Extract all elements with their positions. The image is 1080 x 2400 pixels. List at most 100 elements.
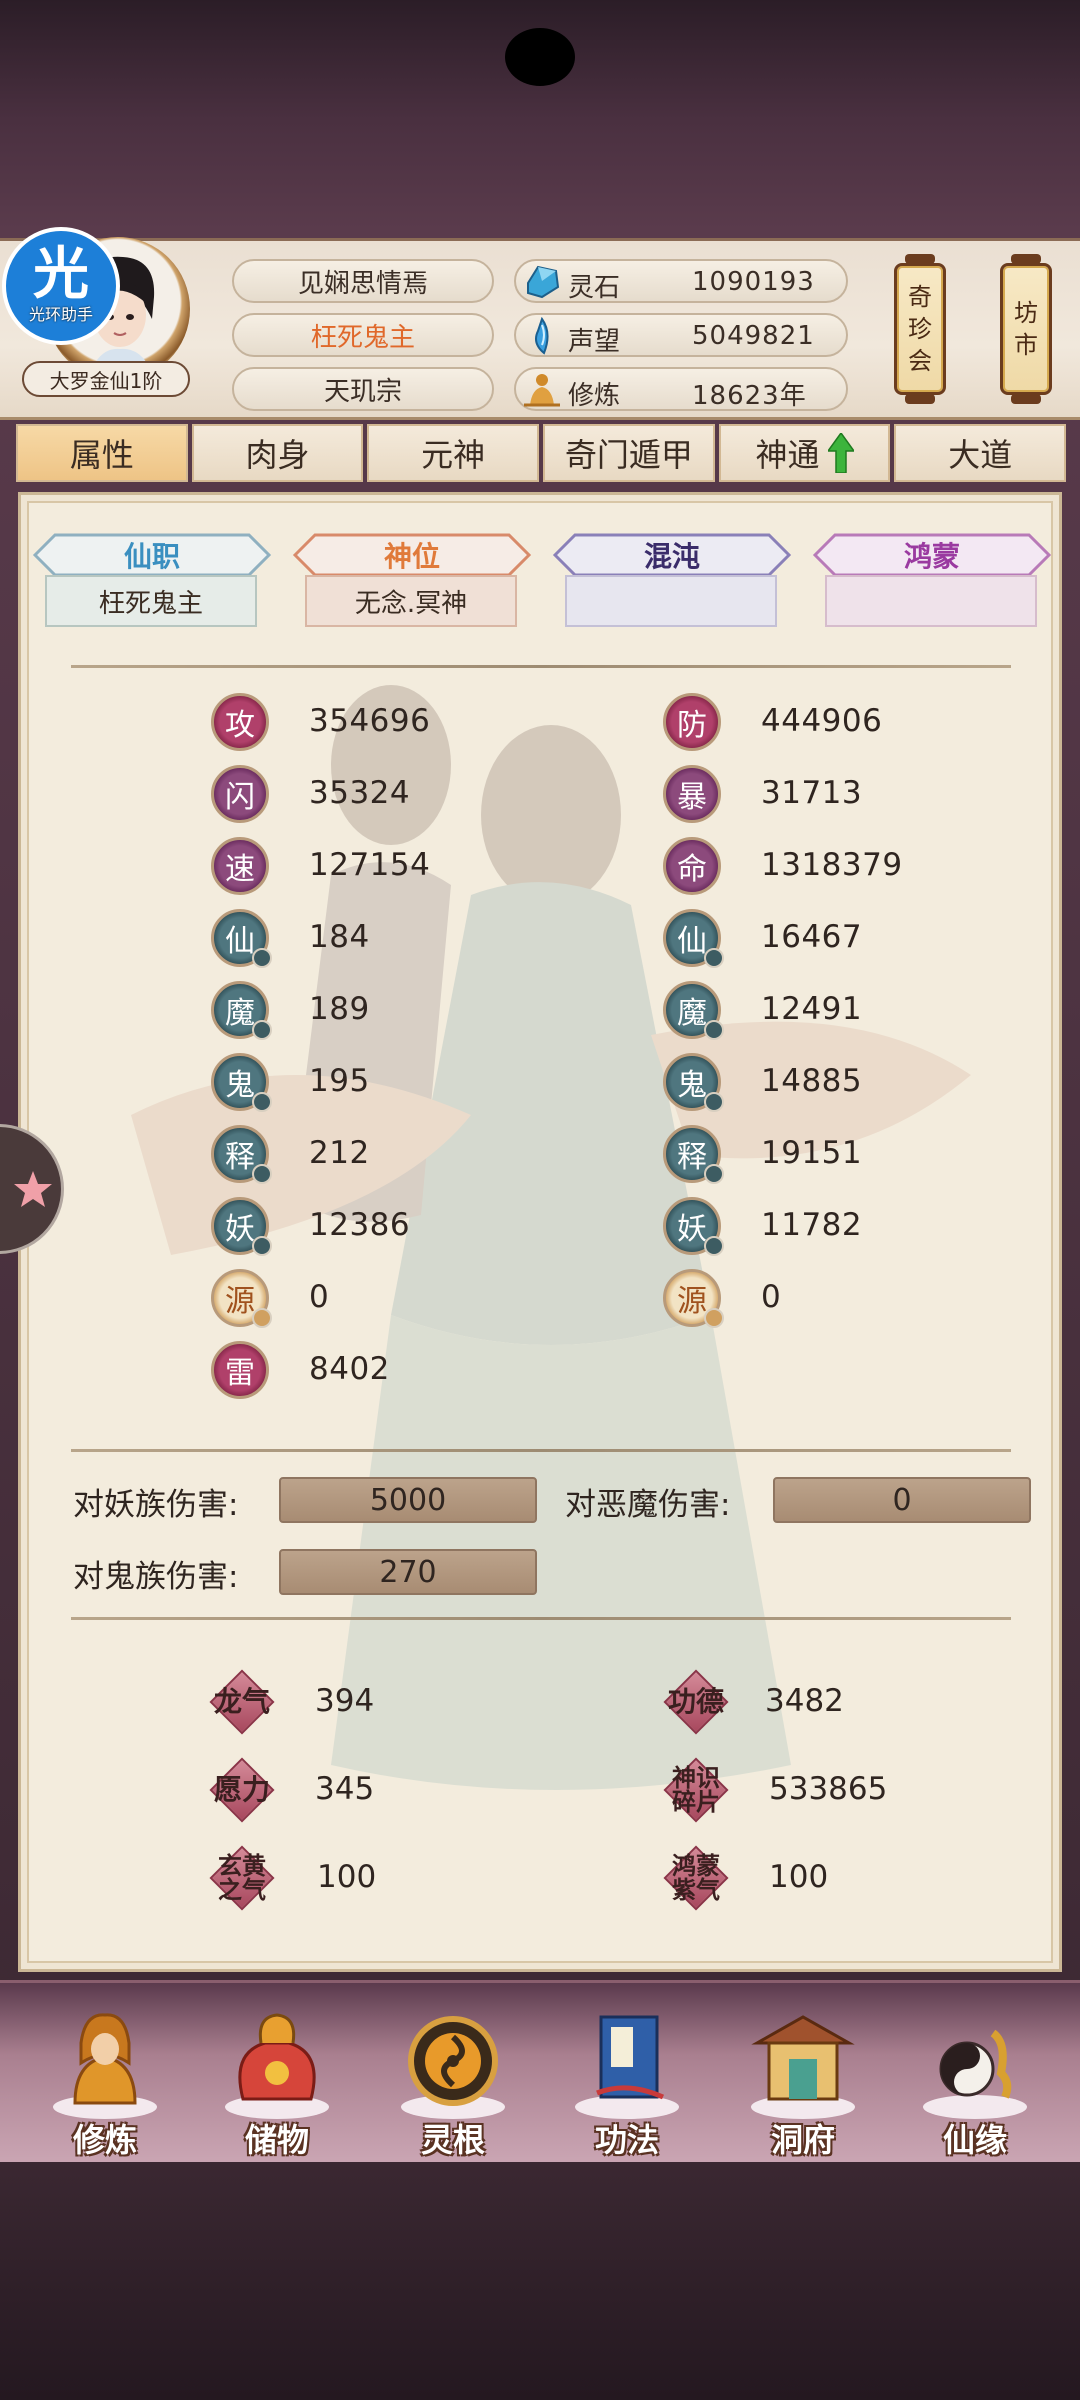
player-name: 见娴思情焉 — [232, 259, 494, 303]
stat-glyph: 释 — [225, 1140, 255, 1175]
stat-glyph-icon[interactable]: 鬼 — [663, 1053, 724, 1112]
player-avatar[interactable]: 光 光环助手 大罗金仙1阶 — [0, 227, 200, 429]
nav-techniques[interactable]: 功法 — [552, 2003, 702, 2163]
stat-glyph-icon[interactable]: 释 — [663, 1125, 724, 1184]
stat-glyph-icon[interactable]: 释 — [211, 1125, 272, 1184]
stat-value: 8402 — [309, 1351, 390, 1387]
stat-glyph-icon[interactable]: 暴 — [663, 765, 721, 823]
stat-glyph-icon[interactable]: 源 — [663, 1269, 724, 1328]
stat-glyph-icon[interactable]: 闪 — [211, 765, 269, 823]
stat-glyph-icon[interactable]: 攻 — [211, 693, 269, 751]
stat-glyph-icon[interactable]: 魔 — [663, 981, 724, 1040]
stat-glyph: 鬼 — [677, 1068, 707, 1103]
market-button[interactable]: 坊 市 — [1000, 254, 1052, 404]
nav-cave-dwelling[interactable]: 洞府 — [728, 2003, 878, 2163]
info-dot-icon — [704, 1308, 724, 1328]
helper-app-badge[interactable]: 光 光环助手 — [2, 227, 120, 345]
rank-tab-divine-seat[interactable]: 神位 — [285, 533, 539, 577]
resource-label: 灵石 — [568, 273, 621, 303]
tab-attributes[interactable]: 属性 — [16, 424, 188, 482]
tab-soul[interactable]: 元神 — [367, 424, 540, 482]
rank-tab-hongmeng[interactable]: 鸿蒙 — [805, 533, 1059, 577]
tab-great-dao[interactable]: 大道 — [894, 424, 1067, 482]
stat-glyph: 源 — [225, 1284, 255, 1319]
stat-glyph-icon[interactable]: 鬼 — [211, 1053, 272, 1112]
stat-glyph: 闪 — [225, 780, 255, 815]
stat-glyph-icon[interactable]: 仙 — [663, 909, 724, 968]
stat-value: 444906 — [761, 703, 883, 739]
stat-glyph: 释 — [677, 1140, 707, 1175]
nav-label: 修炼 — [72, 2121, 137, 2159]
special-label: 神识碎片 — [672, 1764, 720, 1816]
cultivate-monk-icon — [53, 2013, 157, 2119]
stat-value: 35324 — [309, 775, 411, 811]
stat-glyph-icon[interactable]: 速 — [211, 837, 269, 895]
stat-value: 19151 — [761, 1135, 863, 1171]
nav-immortal-fate[interactable]: 仙缘 — [900, 2003, 1050, 2163]
rank-label: 仙职 — [123, 540, 180, 573]
resource-reputation: 声望 5049821 — [514, 313, 848, 357]
player-header: 光 光环助手 大罗金仙1阶 见娴思情焉 枉死鬼主 天玑宗 灵石 1090193 … — [0, 227, 1080, 420]
nav-label: 储物 — [244, 2121, 309, 2159]
nav-cultivate[interactable]: 修炼 — [30, 2003, 180, 2163]
special-hongmeng-purple-qi: 鸿蒙紫气 — [663, 1845, 729, 1911]
reputation-icon — [535, 317, 549, 355]
rank-tab-immortal-post[interactable]: 仙职 — [25, 533, 279, 577]
info-dot-icon — [704, 948, 724, 968]
tab-body[interactable]: 肉身 — [191, 424, 364, 482]
stat-glyph: 攻 — [225, 708, 255, 743]
special-label: 玄黄之气 — [218, 1852, 266, 1904]
damage-value-devil: 0 — [773, 1477, 1031, 1523]
stat-glyph: 雷 — [225, 1356, 255, 1391]
resource-value: 18623年 — [692, 381, 807, 411]
stat-glyph-icon[interactable]: 魔 — [211, 981, 272, 1040]
stat-glyph-icon[interactable]: 仙 — [211, 909, 272, 968]
rank-label: 鸿蒙 — [903, 540, 960, 573]
stat-glyph-icon[interactable]: 防 — [663, 693, 721, 751]
rank-tab-chaos[interactable]: 混沌 — [545, 533, 799, 577]
stat-value: 189 — [309, 991, 370, 1027]
main-tabs: 属性 肉身 元神 奇门遁甲 神通 大道 — [16, 424, 1067, 482]
special-dragon-qi: 龙气 — [209, 1669, 275, 1735]
stat-glyph: 源 — [677, 1284, 707, 1319]
special-value: 394 — [315, 1683, 375, 1719]
section-divider — [71, 1617, 1011, 1620]
section-divider — [71, 665, 1011, 668]
damage-label-devil: 对恶魔伤害: — [565, 1487, 731, 1523]
camera-cutout — [505, 28, 575, 86]
player-sect: 天玑宗 — [232, 367, 494, 411]
tab-qimen[interactable]: 奇门遁甲 — [543, 424, 715, 482]
stat-glyph: 妖 — [225, 1212, 255, 1247]
nav-spirit-root[interactable]: 灵根 — [378, 2003, 528, 2163]
player-title: 枉死鬼主 — [232, 313, 494, 357]
stat-glyph-icon[interactable]: 妖 — [211, 1197, 272, 1256]
stat-glyph-icon[interactable]: 雷 — [211, 1341, 269, 1399]
treasure-hall-button[interactable]: 奇 珍 会 — [894, 254, 946, 404]
stat-glyph: 防 — [677, 708, 707, 743]
stat-glyph-icon[interactable]: 妖 — [663, 1197, 724, 1256]
stat-value: 11782 — [761, 1207, 863, 1243]
special-value: 533865 — [769, 1771, 888, 1807]
special-value: 100 — [769, 1859, 829, 1895]
star-icon — [14, 1171, 52, 1207]
damage-label-ghost-race: 对鬼族伤害: — [73, 1559, 239, 1595]
special-label: 鸿蒙紫气 — [672, 1852, 720, 1904]
stat-glyph: 妖 — [677, 1212, 707, 1247]
resource-value: 5049821 — [692, 321, 815, 351]
info-dot-icon — [704, 1164, 724, 1184]
special-value: 100 — [317, 1859, 377, 1895]
rank-label: 神位 — [383, 540, 440, 573]
damage-value-ghost-race: 270 — [279, 1549, 537, 1595]
nav-label: 灵根 — [420, 2121, 485, 2159]
tab-divine-power[interactable]: 神通 — [718, 424, 891, 482]
special-willpower: 愿力 — [209, 1757, 275, 1823]
nav-storage[interactable]: 储物 — [202, 2003, 352, 2163]
nav-label: 仙缘 — [942, 2121, 1007, 2159]
stat-value: 14885 — [761, 1063, 863, 1099]
lantern-char: 坊 — [1014, 299, 1038, 327]
resource-value: 1090193 — [692, 267, 815, 297]
stat-glyph-icon[interactable]: 源 — [211, 1269, 272, 1328]
stat-value: 16467 — [761, 919, 863, 955]
stat-glyph-icon[interactable]: 命 — [663, 837, 721, 895]
attribute-panel: 仙职 枉死鬼主 神位 无念.冥神 混沌 鸿蒙 攻 354696 闪 35324 速 127… — [18, 492, 1062, 1972]
